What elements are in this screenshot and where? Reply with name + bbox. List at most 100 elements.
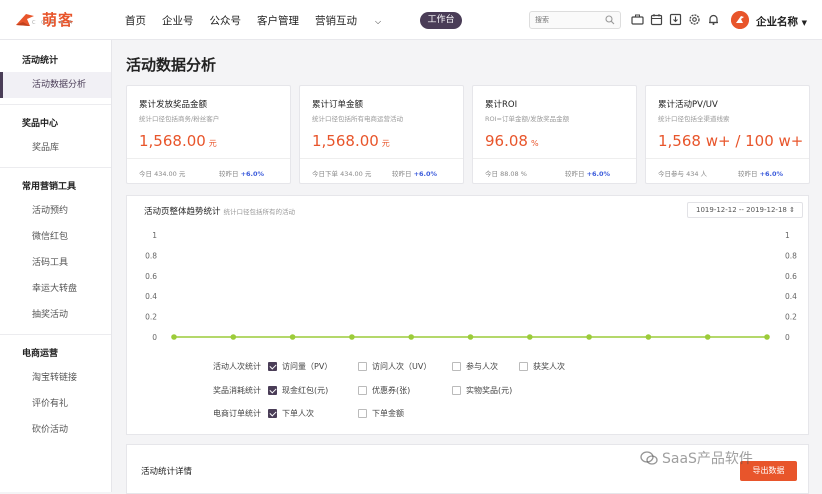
sidebar-item-reservation[interactable]: 活动预约 [0, 198, 111, 224]
filter-option[interactable]: 获奖人次 [519, 361, 565, 372]
filter-option[interactable]: 访问人次（UV） [358, 361, 431, 372]
filter-option-label: 优惠券(张) [372, 386, 411, 395]
filter-option[interactable]: 访问量（PV） [268, 361, 332, 372]
card-title: 累计发放奖品金额 [139, 100, 208, 110]
filter-option-label: 下单金额 [372, 409, 404, 418]
company-menu[interactable]: 企业名称 ▼ [756, 14, 807, 29]
card-footer: 今日 434.00 元 较昨日 +6.0% [127, 158, 290, 183]
sidebar-divider [0, 167, 111, 168]
filter-option[interactable]: 实物奖品(元) [452, 385, 512, 396]
data-point[interactable] [171, 334, 177, 340]
sidebar-item-lottery[interactable]: 抽奖活动 [0, 302, 111, 328]
y-tick-label-left: 1 [152, 231, 157, 240]
search-icon[interactable] [605, 15, 615, 25]
checkbox-checked[interactable] [268, 386, 277, 395]
filter-option[interactable]: 参与人次 [452, 361, 498, 372]
data-point[interactable] [704, 334, 711, 340]
data-point[interactable] [408, 334, 415, 340]
sidebar-item-prize-library[interactable]: 奖品库 [0, 135, 111, 161]
calendar-icon[interactable] [650, 13, 663, 26]
card-value-number: 1,568.00 [312, 132, 379, 150]
briefcase-icon[interactable] [631, 13, 644, 26]
checkbox[interactable] [452, 362, 461, 371]
filter-option[interactable]: 优惠券(张) [358, 385, 410, 396]
nav-item-enterprise[interactable]: 企业号 [162, 13, 194, 28]
download-icon[interactable] [669, 13, 682, 26]
card-value-unit: 元 [381, 139, 390, 148]
sidebar-item-bargain[interactable]: 砍价活动 [0, 417, 111, 443]
filter-option[interactable]: 现金红包(元) [268, 385, 328, 396]
caret-down-icon: ▼ [801, 19, 808, 27]
stat-cards: 累计发放奖品金额 统计口径包括商务/粉丝客户 1,568.00 元 今日 434.… [126, 85, 810, 184]
nav-item-official-account[interactable]: 公众号 [210, 13, 242, 28]
card-value-number: 1,568.00 [139, 132, 206, 150]
card-desc: ROI=订单金额/发放奖品金额 [485, 115, 570, 123]
card-compare-label: 较昨日 [565, 170, 585, 178]
filter-option[interactable]: 下单金额 [358, 408, 404, 419]
checkbox-checked[interactable] [268, 409, 277, 418]
data-point[interactable] [467, 334, 474, 340]
filter-row-label: 电商订单统计 [213, 409, 261, 418]
card-value-number: 96.08 [485, 132, 528, 150]
checkbox-checked[interactable] [268, 362, 277, 371]
page-title: 活动数据分析 [126, 56, 217, 74]
data-point[interactable] [289, 334, 296, 340]
wechat-icon [640, 451, 658, 465]
filter-option[interactable]: 下单人次 [268, 408, 314, 419]
y-tick-label-right: 0.8 [785, 251, 797, 260]
company-avatar[interactable] [731, 11, 749, 29]
watermark: SaaS产品软件 [640, 448, 753, 468]
sidebar-item-wechat-red-packet[interactable]: 微信红包 [0, 224, 111, 250]
card-title: 累计订单金额 [312, 100, 364, 110]
data-point[interactable] [527, 334, 533, 340]
y-tick-label-right: 0.6 [785, 272, 797, 281]
card-compare-value: +6.0% [240, 170, 265, 178]
checkbox[interactable] [452, 386, 461, 395]
sidebar-item-activity-analysis[interactable]: 活动数据分析 [0, 72, 111, 98]
card-compare-label: 较昨日 [392, 170, 412, 178]
filter-option-label: 现金红包(元) [282, 386, 329, 395]
nav-item-customers[interactable]: 客户管理 [257, 13, 299, 28]
card-compare-value: +6.0% [413, 170, 438, 178]
checkbox[interactable] [358, 386, 367, 395]
card-value: 1,568 w+ / 100 w+ [658, 132, 806, 150]
data-point[interactable] [764, 334, 770, 340]
stat-card: 累计活动PV/UV 统计口径包括全渠道线索 1,568 w+ / 100 w+ … [645, 85, 810, 184]
data-point[interactable] [349, 334, 355, 340]
sidebar-item-review-gift[interactable]: 评价有礼 [0, 391, 111, 417]
trend-subtitle: 统计口径包括所有的活动 [223, 208, 296, 216]
nav-item-marketing-label: 营销互动 [315, 15, 357, 27]
nav-item-marketing[interactable]: 营销互动 ⌵ [315, 13, 397, 28]
sidebar-divider [0, 334, 111, 335]
checkbox[interactable] [358, 409, 367, 418]
top-bar: 萌客 C O B A A 首页 企业号 公众号 客户管理 营销互动⌵ 工作台 企… [0, 0, 822, 40]
checkbox[interactable] [358, 362, 367, 371]
card-value-number: 1,568 w+ / 100 w+ [658, 132, 804, 150]
nav-item-home[interactable]: 首页 [125, 13, 146, 28]
y-tick-label-right: 0.2 [785, 313, 797, 322]
card-compare-value: +6.0% [759, 170, 784, 178]
y-tick-label-left: 0 [152, 333, 157, 342]
y-tick-label-left: 0.6 [145, 272, 157, 281]
card-footer: 今日参与 434 人 较昨日 +6.0% [646, 158, 809, 183]
settings-icon[interactable] [688, 13, 701, 26]
card-today: 今日下单 434.00 元 [312, 170, 372, 178]
data-point[interactable] [586, 334, 592, 340]
sidebar-item-taobao-link[interactable]: 淘宝转链接 [0, 365, 111, 391]
y-tick-label-right: 0.4 [785, 292, 797, 301]
company-name: 企业名称 [756, 16, 798, 28]
sidebar-item-lucky-wheel[interactable]: 幸运大转盘 [0, 276, 111, 302]
logo-subtitle: C O B A A [32, 20, 75, 26]
sidebar-item-live-code[interactable]: 活码工具 [0, 250, 111, 276]
date-range-picker[interactable]: 1019-12-12 -- 2019-12-18 ⇕ [687, 202, 803, 218]
filter-row-label: 活动人次统计 [213, 362, 261, 371]
workbench-button[interactable]: 工作台 [420, 12, 462, 29]
card-compare-value: +6.0% [586, 170, 611, 178]
search-input[interactable] [530, 12, 602, 28]
data-point[interactable] [645, 334, 652, 340]
trend-panel: 1 1 0.8 0.8 0.6 0.6 0.4 0.4 0.2 0.2 0 0 活动页整体趋势统计 统计… [126, 195, 809, 435]
card-compare: 较昨日 +6.0% [738, 168, 783, 178]
bell-icon[interactable] [707, 13, 720, 26]
data-point[interactable] [230, 334, 237, 340]
checkbox[interactable] [519, 362, 528, 371]
